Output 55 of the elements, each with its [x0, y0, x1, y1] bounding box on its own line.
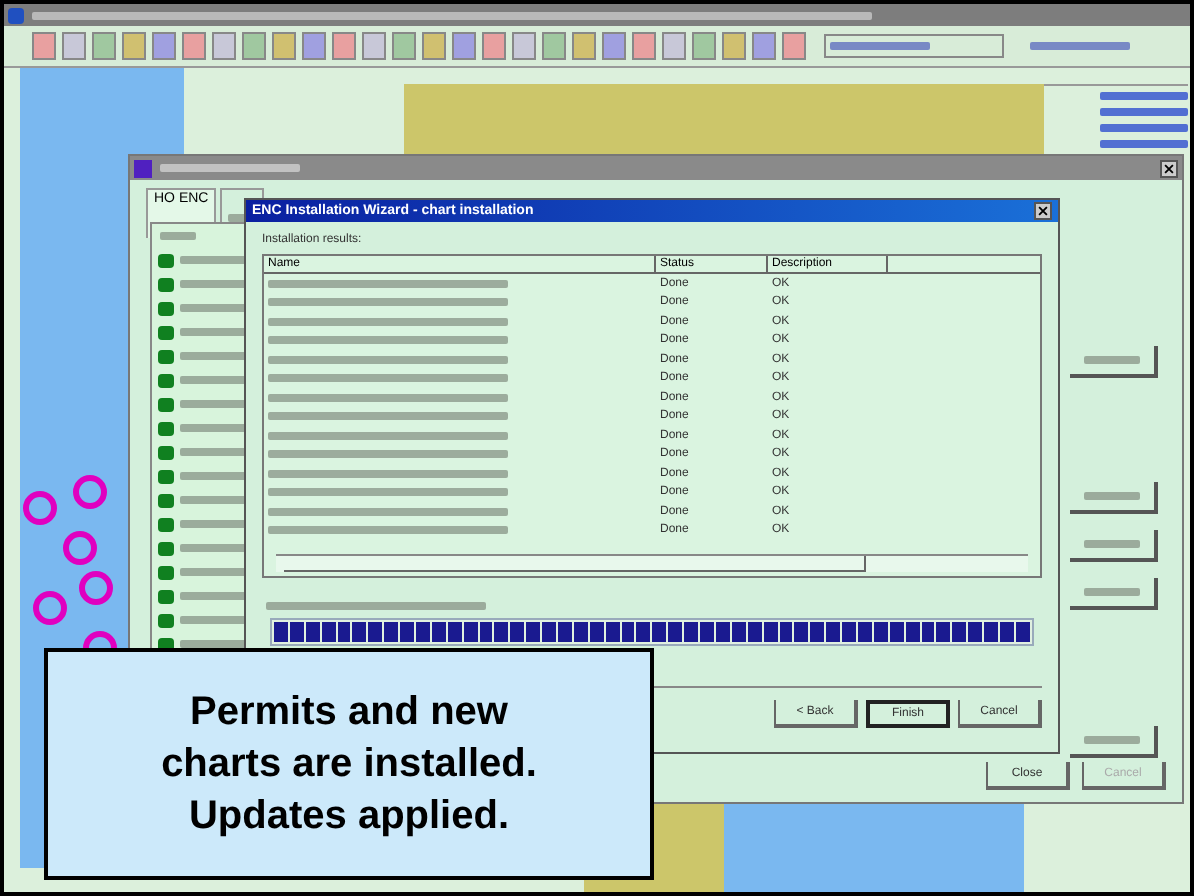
- side-button[interactable]: [1070, 346, 1158, 378]
- toolbar-icon[interactable]: [152, 32, 176, 60]
- close-icon[interactable]: [1160, 159, 1178, 177]
- toolbar-icon[interactable]: [362, 32, 386, 60]
- toolbar-icon[interactable]: [752, 32, 776, 60]
- chart-list-item[interactable]: [152, 324, 248, 340]
- chart-list-item[interactable]: [152, 348, 248, 364]
- toolbar-icon[interactable]: [122, 32, 146, 60]
- toolbar-icon[interactable]: [482, 32, 506, 60]
- chart-list-item[interactable]: [152, 612, 248, 628]
- chart-list-item[interactable]: [152, 420, 248, 436]
- toolbar-icon[interactable]: [692, 32, 716, 60]
- callout-text: Updates applied.: [188, 792, 510, 840]
- chart-list-item[interactable]: [152, 276, 248, 292]
- chart-list-item[interactable]: [152, 492, 248, 508]
- toolbar-icon[interactable]: [392, 32, 416, 60]
- toolbar-icon[interactable]: [62, 32, 86, 60]
- chart-list-item[interactable]: [152, 516, 248, 532]
- callout-text: Permits and new: [190, 688, 508, 736]
- toolbar-icon[interactable]: [512, 32, 536, 60]
- toolbar-icon[interactable]: [422, 32, 446, 60]
- toolbar-icon[interactable]: [542, 32, 566, 60]
- toolbar-icon[interactable]: [452, 32, 476, 60]
- chart-list-item[interactable]: [152, 444, 248, 460]
- chart-list-item[interactable]: [152, 588, 248, 604]
- chart-list-item[interactable]: [152, 300, 248, 316]
- dialog-icon: [134, 159, 152, 177]
- chart-list-item[interactable]: [152, 396, 248, 412]
- toolbar-icon[interactable]: [92, 32, 116, 60]
- chart-list-item[interactable]: [152, 252, 248, 268]
- toolbar-icon[interactable]: [242, 32, 266, 60]
- side-button[interactable]: [1070, 726, 1158, 758]
- toolbar-icon[interactable]: [212, 32, 236, 60]
- chart-list-item[interactable]: [152, 468, 248, 484]
- horizontal-scrollbar[interactable]: [276, 554, 1028, 572]
- close-icon[interactable]: [1034, 202, 1052, 220]
- toolbar-icon[interactable]: [662, 32, 686, 60]
- toolbar-icon[interactable]: [182, 32, 206, 60]
- side-button[interactable]: [1070, 530, 1158, 562]
- chart-list-item[interactable]: [152, 564, 248, 580]
- toolbar-icon[interactable]: [782, 32, 806, 60]
- toolbar-icon[interactable]: [32, 32, 56, 60]
- side-button[interactable]: [1070, 482, 1158, 514]
- toolbar-icon[interactable]: [572, 32, 596, 60]
- toolbar-icon[interactable]: [722, 32, 746, 60]
- toolbar-icon[interactable]: [302, 32, 326, 60]
- chart-list-item[interactable]: [152, 372, 248, 388]
- toolbar-icon[interactable]: [602, 32, 626, 60]
- toolbar-icon[interactable]: [632, 32, 656, 60]
- callout-text: charts are installed.: [161, 740, 537, 788]
- app-icon: [8, 7, 24, 23]
- side-button[interactable]: [1070, 578, 1158, 610]
- toolbar-icon[interactable]: [272, 32, 296, 60]
- chart-list-item[interactable]: [152, 540, 248, 556]
- toolbar-icon[interactable]: [332, 32, 356, 60]
